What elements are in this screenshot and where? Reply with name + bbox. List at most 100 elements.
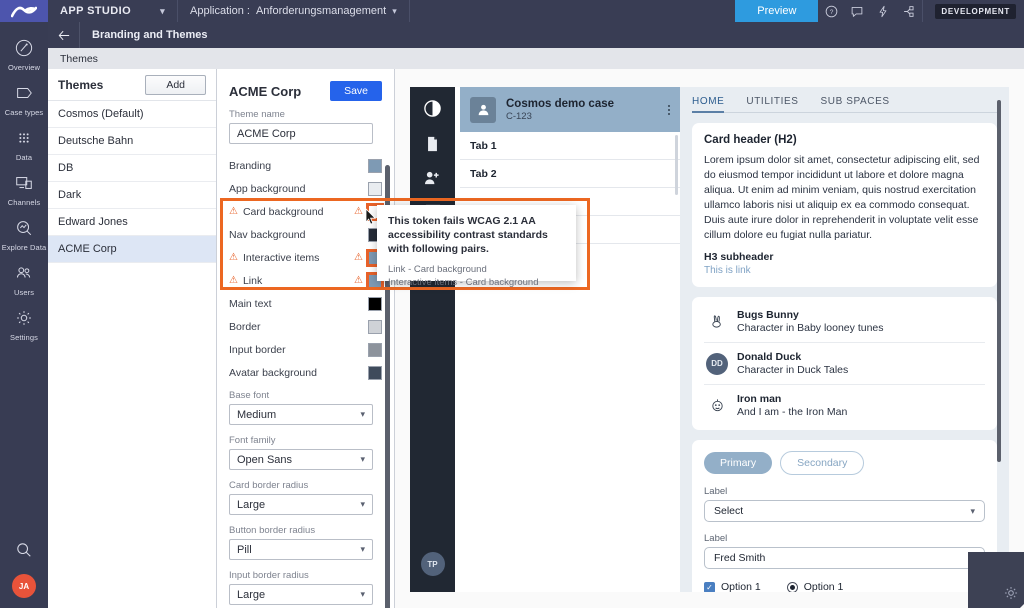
app-studio-label: APP STUDIO — [60, 5, 132, 17]
logo-contrast-icon[interactable] — [423, 99, 442, 118]
sidebar-item-data[interactable]: Data — [0, 122, 48, 167]
avatar[interactable]: JA — [12, 574, 36, 598]
list-item[interactable]: DD Donald Duck Character in Duck Tales — [704, 343, 985, 386]
sidebar-item-case-types[interactable]: Case types — [0, 77, 48, 122]
list-item[interactable]: Bugs Bunny Character in Baby looney tune… — [704, 301, 985, 344]
color-swatch[interactable] — [368, 158, 382, 173]
search-icon[interactable] — [15, 541, 33, 562]
theme-name-input[interactable]: ACME Corp — [229, 123, 373, 144]
preview-case-id: C-123 — [506, 111, 532, 123]
tooltip-message: This token fails WCAG 2.1 AA accessibili… — [388, 215, 548, 256]
tab-home[interactable]: HOME — [692, 96, 725, 113]
token-row-input-border[interactable]: Input border — [217, 338, 394, 361]
token-row-border[interactable]: Border — [217, 315, 394, 338]
preview-people-card: Bugs Bunny Character in Baby looney tune… — [692, 297, 997, 431]
token-row-branding[interactable]: Branding — [217, 154, 394, 177]
list-item[interactable]: Cosmos (Default) — [48, 101, 216, 128]
list-item[interactable]: Iron man And I am - the Iron Man — [704, 385, 985, 426]
preview-list-scrollbar[interactable] — [675, 135, 678, 195]
tab-themes[interactable]: Themes — [48, 53, 110, 69]
sidebar-item-overview[interactable]: Overview — [0, 32, 48, 77]
card-header: Card header (H2) — [704, 134, 797, 146]
sidebar-item-settings[interactable]: Settings — [0, 302, 48, 347]
list-item[interactable]: DB — [48, 155, 216, 182]
color-swatch[interactable] — [368, 319, 382, 334]
kebab-menu-icon[interactable] — [668, 104, 670, 115]
page-title: Branding and Themes — [92, 29, 208, 41]
sidebar-item-explore-data[interactable]: Explore Data — [0, 212, 48, 257]
radio-icon — [786, 581, 798, 592]
chevron-down-icon: ▾ — [360, 409, 365, 419]
token-label: Input border — [229, 343, 286, 356]
button-border-radius-label: Button border radius — [229, 525, 316, 536]
preview-area: TP Cosmos demo case C-123 Tab 1 Tab 2 HO… — [395, 69, 1024, 608]
list-item-selected[interactable]: ACME Corp — [48, 236, 216, 263]
card-link[interactable]: This is link — [704, 265, 985, 276]
preview-case-header[interactable]: Cosmos demo case C-123 — [460, 87, 680, 132]
warning-icon[interactable]: ⚠ — [354, 206, 363, 217]
option-label: Option 1 — [803, 581, 844, 592]
token-row-avatar-background[interactable]: Avatar background — [217, 361, 394, 384]
preview-button[interactable]: Preview — [735, 0, 819, 22]
color-swatch[interactable] — [368, 365, 382, 380]
brand-logo[interactable] — [0, 0, 48, 22]
card-border-radius-select[interactable]: Large ▾ — [229, 494, 373, 515]
tab-sub-spaces[interactable]: SUB SPACES — [820, 96, 889, 107]
sidebar-item-users[interactable]: Users — [0, 257, 48, 302]
warning-icon[interactable]: ⚠ — [354, 275, 363, 286]
token-row-interactive-items[interactable]: ⚠ Interactive items ⚠ — [217, 246, 394, 269]
comment-icon[interactable] — [844, 0, 870, 22]
list-item[interactable]: Deutsche Bahn — [48, 128, 216, 155]
preview-form-card: Primary Secondary Label Select ▾ Label F… — [692, 440, 997, 592]
document-icon[interactable] — [425, 136, 440, 152]
tooltip-pair-1: Link - Card background — [388, 263, 487, 275]
people-add-icon[interactable] — [424, 170, 441, 185]
warning-icon: ⚠ — [229, 251, 238, 263]
list-item[interactable]: Dark — [48, 182, 216, 209]
help-icon[interactable]: ? — [818, 0, 844, 22]
sidebar-label: Users — [13, 288, 35, 297]
radio-option-1[interactable]: Option 1 — [786, 581, 844, 592]
warning-icon[interactable]: ⚠ — [354, 252, 363, 263]
primary-button[interactable]: Primary — [704, 452, 773, 475]
application-selector[interactable]: Application : Anforderungsmanagement ▾ — [178, 0, 410, 22]
warning-icon: ⚠ — [229, 274, 238, 286]
font-family-select[interactable]: Open Sans ▾ — [229, 449, 373, 470]
app-studio-menu[interactable]: APP STUDIO ▾ — [48, 0, 178, 22]
back-button[interactable] — [48, 22, 80, 48]
token-row-main-text[interactable]: Main text — [217, 292, 394, 315]
sidebar-item-channels[interactable]: Channels — [0, 167, 48, 212]
preview-tab-2[interactable]: Tab 2 — [460, 160, 680, 188]
secondary-button[interactable]: Secondary — [780, 451, 865, 476]
preview-select[interactable]: Select ▾ — [704, 500, 985, 523]
connections-icon[interactable] — [896, 0, 922, 22]
input-border-radius-select[interactable]: Large ▾ — [229, 584, 373, 605]
color-swatch[interactable] — [368, 342, 382, 357]
color-swatch[interactable] — [368, 296, 382, 311]
base-font-select[interactable]: Medium ▾ — [229, 404, 373, 425]
token-row-link[interactable]: ⚠ Link ⚠ — [217, 269, 394, 292]
color-swatch[interactable] — [368, 181, 382, 196]
preview-content-tabs: HOME UTILITIES SUB SPACES — [692, 96, 997, 113]
tab-utilities[interactable]: UTILITIES — [746, 96, 798, 107]
rail-bottom: JA — [12, 541, 36, 608]
preview-input[interactable]: Fred Smith — [704, 547, 985, 570]
list-item[interactable]: Edward Jones — [48, 209, 216, 236]
preview-avatar[interactable]: TP — [420, 552, 445, 576]
preview-tab-1[interactable]: Tab 1 — [460, 132, 680, 160]
preview-content-scrollbar[interactable] — [997, 100, 1001, 462]
person-desc: And I am - the Iron Man — [737, 406, 848, 419]
lightning-icon[interactable] — [870, 0, 896, 22]
tooltip-pair-2: Interactive items - Card background — [388, 276, 539, 288]
gear-icon[interactable] — [1003, 585, 1019, 604]
corner-settings-widget[interactable] — [968, 552, 1024, 608]
token-row-app-background[interactable]: App background — [217, 177, 394, 200]
token-label: Interactive items — [242, 251, 320, 264]
checkbox-option-1[interactable]: ✓ Option 1 — [704, 581, 761, 592]
preview-case-title: Cosmos demo case — [506, 97, 615, 110]
sidebar-label: Settings — [10, 333, 38, 342]
save-button[interactable]: Save — [330, 81, 382, 101]
application-label: Application : — [190, 5, 250, 17]
add-theme-button[interactable]: Add — [145, 74, 206, 95]
button-border-radius-select[interactable]: Pill ▾ — [229, 539, 373, 560]
